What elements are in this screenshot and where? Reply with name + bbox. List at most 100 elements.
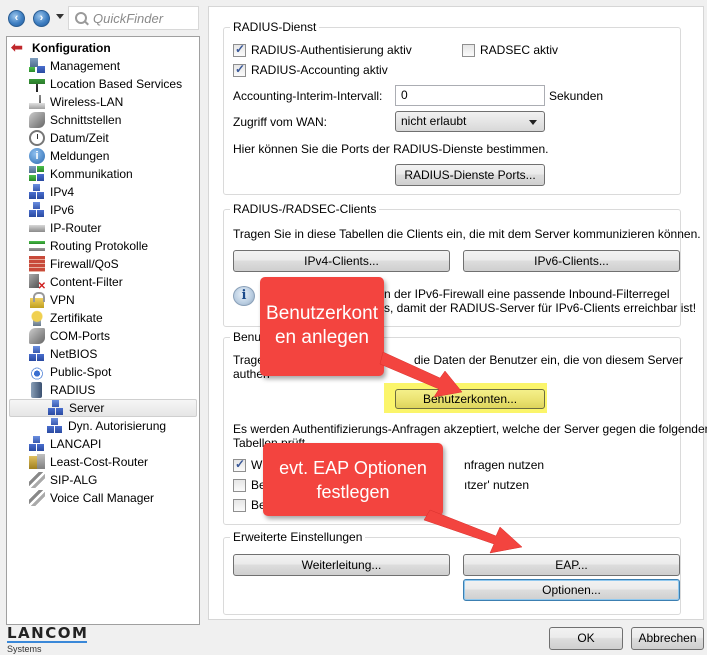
network-icon (47, 418, 63, 434)
cancel-button[interactable]: Abbrechen (631, 627, 704, 650)
info-icon (29, 148, 45, 164)
radius-accounting-checkbox-row[interactable]: RADIUS-Accounting aktiv (233, 62, 388, 77)
config-tree[interactable]: ⬅ Konfiguration Management Location Based… (6, 36, 200, 625)
ipv6-info-line2: s, damit der RADIUS-Server für IPv6-Clie… (384, 301, 697, 315)
wan-select[interactable]: nicht erlaubt (395, 111, 545, 132)
interim-input[interactable]: 0 (395, 85, 545, 106)
arrow-right-icon[interactable]: › (33, 10, 50, 27)
tree-item-label: Zertifikate (50, 311, 103, 325)
auth-table-checkbox[interactable] (233, 478, 246, 492)
user-accounts-button[interactable]: Benutzerkonten... (395, 389, 545, 409)
radius-accounting-checkbox[interactable] (233, 62, 246, 77)
tree-item-label: Content-Filter (50, 275, 123, 289)
tree-item-label: Datum/Zeit (50, 131, 109, 145)
tree-item-lancapi[interactable]: LANCAPI (7, 435, 199, 453)
tree-item-label: Server (69, 401, 105, 415)
eap-button[interactable]: EAP... (463, 554, 680, 576)
tree-item-label: Public-Spot (50, 365, 112, 379)
tree-root-konfiguration[interactable]: ⬅ Konfiguration (7, 39, 199, 57)
ipv6-info-line1: n der IPv6-Firewall eine passende Inboun… (384, 287, 670, 301)
chevron-down-icon (529, 120, 537, 125)
ports-text: Hier können Sie die Ports der RADIUS-Die… (233, 142, 549, 156)
tree-item-vpn[interactable]: VPN (7, 291, 199, 309)
tree-root-label: Konfiguration (32, 41, 111, 55)
options-button[interactable]: Optionen... (463, 579, 680, 601)
tree-item-com-ports[interactable]: COM-Ports (7, 327, 199, 345)
tree-item-sip-alg[interactable]: SIP-ALG (7, 471, 199, 489)
group-erweiterte-einstellungen: Erweiterte Einstellungen Weiterleitung..… (223, 530, 681, 615)
history-dropdown-icon[interactable] (56, 14, 64, 19)
lancom-logo: LANCOM Systems (7, 626, 87, 654)
quickfinder-placeholder: QuickFinder (93, 10, 164, 26)
tree-item-ipv4[interactable]: IPv4 (7, 183, 199, 201)
arrow-left-icon[interactable]: ‹ (8, 10, 25, 27)
radsec-checkbox-row[interactable]: RADSEC aktiv (462, 43, 558, 57)
tree-item-management[interactable]: Management (7, 57, 199, 75)
tree-item-wireless-lan[interactable]: Wireless-LAN (7, 93, 199, 111)
tree-item-datum-zeit[interactable]: Datum/Zeit (7, 129, 199, 147)
tree-item-dyn-autorisierung[interactable]: Dyn. Autorisierung (7, 417, 199, 435)
tree-item-label: Routing Protokolle (50, 239, 149, 253)
auth-text-line1: Es werden Authentifizierungs-Anfragen ak… (233, 422, 707, 436)
callout-line: en anlegen (274, 327, 370, 348)
callout-line: Benutzerkont (266, 303, 378, 324)
quickfinder-input[interactable]: QuickFinder (68, 6, 199, 30)
logo-sub: Systems (7, 644, 42, 654)
tree-item-kommunikation[interactable]: Kommunikation (7, 165, 199, 183)
group-title: Erweiterte Einstellungen (230, 530, 366, 544)
tree-item-label: Dyn. Autorisierung (68, 419, 167, 433)
ipv6-clients-button[interactable]: IPv6-Clients... (463, 250, 680, 272)
radius-ports-button[interactable]: RADIUS-Dienste Ports... (395, 164, 545, 186)
tree-item-label: NetBIOS (50, 347, 98, 361)
tree-item-firewall-qos[interactable]: Firewall/QoS (7, 255, 199, 273)
network-icon (29, 202, 45, 218)
tree-item-routing-protokolle[interactable]: Routing Protokolle (7, 237, 199, 255)
tree-item-least-cost-router[interactable]: Least-Cost-Router (7, 453, 199, 471)
forwarding-button[interactable]: Weiterleitung... (233, 554, 450, 576)
auth-table-checkbox[interactable] (233, 457, 246, 472)
tree-item-voice-call-manager[interactable]: Voice Call Manager (7, 489, 199, 507)
network-icon (29, 346, 45, 362)
tree-item-content-filter[interactable]: Content-Filter (7, 273, 199, 292)
group-radius-dienst: RADIUS-Dienst RADIUS-Authentisierung akt… (223, 20, 681, 195)
tree-item-ip-router[interactable]: IP-Router (7, 219, 199, 237)
network-icon (48, 400, 64, 416)
tree-item-zertifikate[interactable]: Zertifikate (7, 309, 199, 327)
routing-icon (29, 238, 45, 254)
tree-item-label: IPv6 (50, 203, 75, 217)
tree-item-label: Voice Call Manager (50, 491, 155, 505)
radius-auth-label: RADIUS-Authentisierung aktiv (251, 43, 412, 57)
management-icon (29, 58, 45, 74)
auth-table-checkbox[interactable] (233, 498, 246, 512)
clock-icon (29, 130, 45, 146)
tree-item-public-spot[interactable]: Public-Spot (7, 363, 199, 381)
tree-item-label: LANCAPI (50, 437, 102, 451)
lock-icon (29, 292, 45, 308)
network-icon (29, 436, 45, 452)
callout-line: evt. EAP Optionen (279, 458, 427, 478)
tree-item-label: IPv4 (50, 185, 75, 199)
tree-item-server[interactable]: Server (9, 399, 197, 417)
ok-button[interactable]: OK (549, 627, 623, 650)
network-icon (29, 184, 45, 200)
tree-item-meldungen[interactable]: Meldungen (7, 147, 199, 165)
tree-item-schnittstellen[interactable]: Schnittstellen (7, 111, 199, 129)
tree-item-location-based-services[interactable]: Location Based Services (7, 75, 199, 93)
certificate-icon (29, 310, 45, 326)
phone-icon (29, 490, 45, 506)
annotation-callout-eap: evt. EAP Optionen festlegen (263, 443, 443, 516)
tree-item-ipv6[interactable]: IPv6 (7, 201, 199, 219)
plug-icon (29, 328, 45, 344)
tree-item-label: Management (50, 59, 121, 73)
tree-item-netbios[interactable]: NetBIOS (7, 345, 199, 363)
ipv4-clients-button[interactable]: IPv4-Clients... (233, 250, 450, 272)
tree-item-label: Meldungen (50, 149, 110, 163)
radius-auth-checkbox-row[interactable]: RADIUS-Authentisierung aktiv (233, 42, 412, 57)
tree-item-radius[interactable]: RADIUS (7, 381, 199, 399)
radsec-checkbox[interactable] (462, 43, 475, 57)
radius-auth-checkbox[interactable] (233, 42, 246, 57)
auth-table-label-end: nfragen nutzen (464, 458, 545, 472)
clients-text: Tragen Sie in diese Tabellen die Clients… (233, 227, 701, 241)
info-icon (233, 286, 255, 306)
navigation-bar: ‹ › QuickFinder (0, 0, 205, 38)
